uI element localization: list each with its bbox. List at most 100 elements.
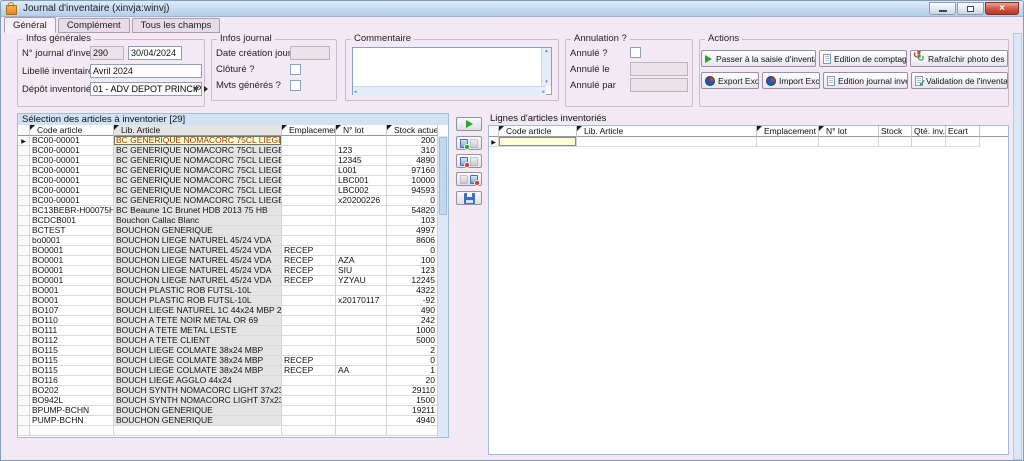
row-selector[interactable]: [18, 256, 30, 266]
cell-stock-actuel[interactable]: 490: [387, 306, 438, 316]
row-selector[interactable]: [18, 186, 30, 196]
table-empty-row[interactable]: [18, 426, 448, 436]
cell-stock-actuel[interactable]: 19211: [387, 406, 438, 416]
row-selector[interactable]: [18, 336, 30, 346]
row-selector[interactable]: [18, 216, 30, 226]
table-row[interactable]: BO202BOUCH SYNTH NOMACORC LIGHT 37x23MBP…: [18, 386, 448, 396]
cell-stock-actuel[interactable]: 8606: [387, 236, 438, 246]
libelle-field[interactable]: Avril 2024: [90, 64, 202, 78]
cell-lib-article[interactable]: BOUCH LIEGE AGGLO 44x24: [114, 376, 282, 386]
cell-stock-actuel[interactable]: 200: [387, 136, 438, 146]
cell-code-article[interactable]: BC00-00001: [30, 166, 114, 176]
cell-code-article[interactable]: BO116: [30, 376, 114, 386]
cell-code-article[interactable]: BO0001: [30, 246, 114, 256]
passer-saisie-inventaire-button[interactable]: Passer à la saisie d'inventaire: [701, 50, 816, 67]
cell-lib-article[interactable]: BOUCHON LIEGE NATUREL 45/24 VDA: [114, 266, 282, 276]
cell-stock-actuel[interactable]: 0: [387, 196, 438, 206]
cell-stock-actuel[interactable]: 4322: [387, 286, 438, 296]
row-selector[interactable]: [18, 306, 30, 316]
cell-emplacement[interactable]: RECEP: [282, 356, 336, 366]
cell-lib-article[interactable]: BC GENERIQUE NOMACORC 75CL LIEGE TBL VER…: [114, 136, 282, 146]
cell-stock-actuel[interactable]: 310: [387, 146, 438, 156]
cell-stock-actuel[interactable]: 1: [387, 366, 438, 376]
rafraichir-photo-stocks-button[interactable]: Rafraîchir photo des stocks: [910, 50, 1008, 67]
cell-code-article[interactable]: BO110: [30, 316, 114, 326]
cell-code-article[interactable]: BO107: [30, 306, 114, 316]
cell-emplacement[interactable]: [757, 137, 819, 147]
scroll-left-icon[interactable]: ◂: [354, 89, 357, 95]
cell-lib-article[interactable]: BOUCH A TETE NOIR METAL OR 69: [114, 316, 282, 326]
cell-num-lot[interactable]: [336, 386, 387, 396]
tab-complement[interactable]: Complément: [58, 18, 130, 33]
cell-stock-actuel[interactable]: 97160: [387, 166, 438, 176]
row-selector[interactable]: [18, 286, 30, 296]
row-selector[interactable]: [18, 386, 30, 396]
cell-emplacement[interactable]: [282, 306, 336, 316]
cell-emplacement[interactable]: [282, 176, 336, 186]
row-selector[interactable]: [18, 396, 30, 406]
row-selector[interactable]: [18, 296, 30, 306]
cell-stock-actuel[interactable]: 1500: [387, 396, 438, 406]
cell-lib-article[interactable]: BC GENERIQUE NOMACORC 75CL LIEGE TBL VER…: [114, 146, 282, 156]
row-selector[interactable]: [18, 276, 30, 286]
table-row[interactable]: BO001BOUCH PLASTIC ROB FUTSL-10Lx2017011…: [18, 296, 448, 306]
cell-lib-article[interactable]: BOUCHON LIEGE NATUREL 45/24 VDA: [114, 236, 282, 246]
scroll-right-icon[interactable]: ▸: [542, 89, 545, 95]
cell-num-lot[interactable]: [336, 286, 387, 296]
cell-num-lot[interactable]: [336, 236, 387, 246]
header-num-lot[interactable]: N° lot: [336, 125, 387, 136]
table-row[interactable]: BC00-00001BC GENERIQUE NOMACORC 75CL LIE…: [18, 146, 448, 156]
delete-all-lines-button[interactable]: [456, 172, 482, 186]
cell-code-article[interactable]: BC00-00001: [30, 196, 114, 206]
journal-date-field[interactable]: 30/04/2024: [128, 46, 182, 60]
cell-code-article[interactable]: BCTEST: [30, 226, 114, 236]
table-row[interactable]: BC00-00001BC GENERIQUE NOMACORC 75CL LIE…: [18, 196, 448, 206]
cell-emplacement[interactable]: [282, 286, 336, 296]
edition-comptage-button[interactable]: Edition de comptage: [819, 50, 907, 67]
cell-emplacement[interactable]: [282, 386, 336, 396]
cell-stock-actuel[interactable]: 0: [387, 246, 438, 256]
table-row[interactable]: ▶BC00-00001BC GENERIQUE NOMACORC 75CL LI…: [18, 136, 448, 146]
table-row[interactable]: BO0001BOUCHON LIEGE NATUREL 45/24 VDAREC…: [18, 246, 448, 256]
table-row[interactable]: BC00-00001BC GENERIQUE NOMACORC 75CL LIE…: [18, 176, 448, 186]
cell-lib-article[interactable]: BC GENERIQUE NOMACORC 75CL LIEGE TBL VER…: [114, 196, 282, 206]
cell-code-article[interactable]: BO111: [30, 326, 114, 336]
cell-lib-article[interactable]: BC GENERIQUE NOMACORC 75CL LIEGE TBL VER…: [114, 156, 282, 166]
cell-code-article[interactable]: [30, 426, 114, 436]
cell-num-lot[interactable]: 12345: [336, 156, 387, 166]
cell-code-article[interactable]: BC00-00001: [30, 156, 114, 166]
row-selector[interactable]: ▶: [18, 136, 30, 146]
cell-qte-inv[interactable]: [912, 137, 946, 147]
cell-emplacement[interactable]: [282, 346, 336, 356]
header-emplacement[interactable]: Emplacement: [757, 126, 819, 137]
remove-line-button[interactable]: [456, 154, 482, 168]
row-selector[interactable]: [18, 266, 30, 276]
cell-code-article[interactable]: BC00-00001: [30, 176, 114, 186]
minimize-button[interactable]: [929, 2, 956, 15]
cell-stock-actuel[interactable]: 103: [387, 216, 438, 226]
cell-stock-actuel[interactable]: 29110: [387, 386, 438, 396]
header-lib-article[interactable]: Lib. Article: [114, 125, 282, 136]
cell-lib-article[interactable]: BOUCHON LIEGE NATUREL 45/24 VDA: [114, 246, 282, 256]
cell-num-lot[interactable]: AA: [336, 366, 387, 376]
cell-stock-actuel[interactable]: 242: [387, 316, 438, 326]
cell-num-lot[interactable]: [336, 216, 387, 226]
cell-lib-article[interactable]: BOUCHON LIEGE NATUREL 45/24 VDA: [114, 276, 282, 286]
cell-code-article[interactable]: BO0001: [30, 266, 114, 276]
cell-num-lot[interactable]: [336, 226, 387, 236]
cell-emplacement[interactable]: [282, 406, 336, 416]
cell-lib-article[interactable]: BOUCH A TETE CLIENT: [114, 336, 282, 346]
cell-emplacement[interactable]: [282, 236, 336, 246]
cell-num-lot[interactable]: LBC001: [336, 176, 387, 186]
cell-stock-actuel[interactable]: 20: [387, 376, 438, 386]
cell-emplacement[interactable]: [282, 156, 336, 166]
header-emplacement[interactable]: Emplacement: [282, 125, 336, 136]
table-row[interactable]: BO0001BOUCHON LIEGE NATUREL 45/24 VDAREC…: [18, 256, 448, 266]
cell-stock-actuel[interactable]: 54820: [387, 206, 438, 216]
cell-stock-actuel[interactable]: -92: [387, 296, 438, 306]
table-row[interactable]: BO942LBOUCH SYNTH NOMACORC LIGHT 37x23 P…: [18, 396, 448, 406]
row-selector[interactable]: [18, 366, 30, 376]
cell-lib-article[interactable]: BC GENERIQUE NOMACORC 75CL LIEGE TBL VER…: [114, 186, 282, 196]
cell-stock-actuel[interactable]: 94593: [387, 186, 438, 196]
row-selector[interactable]: [18, 226, 30, 236]
